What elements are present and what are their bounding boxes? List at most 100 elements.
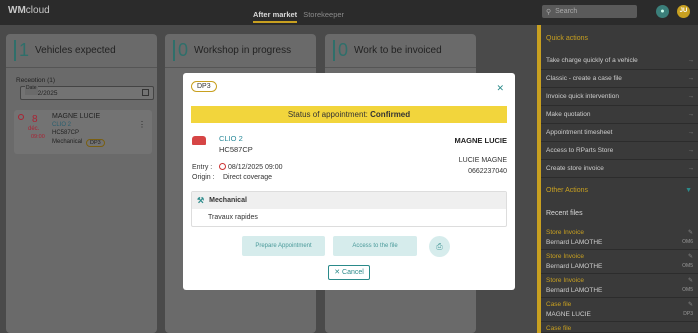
app-logo[interactable]: WMcloud xyxy=(8,5,50,16)
main-nav: After market Storekeeper xyxy=(253,10,344,23)
recent-file-item[interactable]: Case file ✎ MAGNE LUCIE DP3 xyxy=(541,298,698,322)
arrow-icon: → xyxy=(687,111,695,118)
edit-icon: ✎ xyxy=(687,278,693,284)
column-title: Workshop in progress xyxy=(194,45,292,56)
search-input[interactable]: ⚲ Search xyxy=(542,5,637,18)
vehicle-name[interactable]: CLIO 2 xyxy=(219,134,243,143)
column-header: 0 Work to be invoiced xyxy=(325,34,476,68)
action-label: Access to RParts Store xyxy=(546,147,614,154)
status-value: Confirmed xyxy=(370,110,411,119)
cancel-button[interactable]: ✕ Cancel xyxy=(328,265,370,280)
file-type: Store Invoice xyxy=(546,253,584,260)
action-take-charge[interactable]: Take charge quickly of a vehicle → xyxy=(541,52,698,70)
action-appointment-timesheet[interactable]: Appointment timesheet → xyxy=(541,124,698,142)
file-name: Bernard LAMOTHE xyxy=(546,287,603,294)
column-header: 0 Workshop in progress xyxy=(165,34,316,68)
search-placeholder: Search xyxy=(555,8,578,15)
column-vehicles-expected: 1 Vehicles expected Reception (1) Date 0… xyxy=(6,34,157,333)
action-label: Create store invoice xyxy=(546,165,604,172)
action-rparts-store[interactable]: Access to RParts Store → xyxy=(541,142,698,160)
column-title: Vehicles expected xyxy=(35,45,116,56)
mechanical-header: ⚒ Mechanical xyxy=(192,192,506,209)
other-actions-label: Other Actions xyxy=(546,186,589,194)
column-header: 1 Vehicles expected xyxy=(6,34,157,68)
date-field-label: Date xyxy=(25,82,38,95)
file-code: DP3 xyxy=(683,311,693,317)
vehicle-plate: HC587CP xyxy=(219,145,253,154)
avatar[interactable]: JU xyxy=(677,5,690,18)
file-name: Bernard LAMOTHE xyxy=(546,263,603,270)
cancel-x-icon: ✕ xyxy=(334,269,341,276)
card-tag: DP3 xyxy=(86,139,105,147)
mechanical-section: ⚒ Mechanical Travaux rapides xyxy=(191,191,507,227)
file-type: Store Invoice xyxy=(546,229,584,236)
right-sidebar: Quick actions Take charge quickly of a v… xyxy=(537,25,698,333)
action-invoice-quick[interactable]: Invoice quick intervention → xyxy=(541,88,698,106)
logo-wm: WM xyxy=(8,5,26,16)
contact-phone: 0662237040 xyxy=(468,168,507,175)
other-actions-title[interactable]: Other Actions ▼ xyxy=(541,181,698,199)
card-work-type: Mechanical xyxy=(52,139,83,145)
file-type: Store Invoice xyxy=(546,277,584,284)
close-icon[interactable]: ✕ xyxy=(496,83,504,94)
arrow-icon: → xyxy=(687,147,695,154)
status-label: Status of appointment: xyxy=(287,110,368,119)
action-label: Make quotation xyxy=(546,111,591,118)
file-code: OM5 xyxy=(682,287,693,293)
action-create-case-file[interactable]: Classic - create a case file → xyxy=(541,70,698,88)
card-time: 09:00 xyxy=(31,134,45,140)
arrow-icon: → xyxy=(687,75,695,82)
recent-file-item[interactable]: Case file xyxy=(541,322,698,333)
entry-label: Entry : xyxy=(192,164,213,171)
column-count: 1 xyxy=(14,40,29,61)
search-icon: ⚲ xyxy=(546,8,552,16)
column-title: Work to be invoiced xyxy=(354,45,442,56)
card-vehicle[interactable]: CLIO 2 xyxy=(52,122,71,128)
car-icon xyxy=(192,136,206,145)
arrow-icon: → xyxy=(687,165,695,172)
card-month: déc. xyxy=(28,126,40,132)
arrow-icon: → xyxy=(687,93,695,100)
top-bar: WMcloud After market Storekeeper ⚲ Searc… xyxy=(0,0,698,25)
date-field[interactable]: Date 08/12/2025 xyxy=(20,82,154,100)
recent-files-title: Recent files xyxy=(546,209,583,217)
file-type: Case file xyxy=(546,301,572,308)
prepare-appointment-button[interactable]: Prepare Appointment xyxy=(242,236,325,256)
chevron-down-icon: ▼ xyxy=(685,186,692,194)
tab-after-market[interactable]: After market xyxy=(253,10,298,23)
mechanical-title: Mechanical xyxy=(209,197,247,204)
action-label: Classic - create a case file xyxy=(546,75,622,82)
file-badge: DP3 xyxy=(191,81,217,92)
file-type: Case file xyxy=(546,325,572,332)
column-count: 0 xyxy=(173,40,188,61)
clock-icon xyxy=(219,163,226,170)
file-name: MAGNE LUCIE xyxy=(546,311,591,318)
edit-icon: ✎ xyxy=(687,254,693,260)
access-file-button[interactable]: Access to the file xyxy=(333,236,417,256)
appointment-card[interactable]: 8 déc. 09:00 MAGNE LUCIE CLIO 2 HC587CP … xyxy=(14,110,152,154)
file-name: Bernard LAMOTHE xyxy=(546,239,603,246)
recent-file-item[interactable]: Store Invoice ✎ Bernard LAMOTHE OM5 xyxy=(541,250,698,274)
contact-name: LUCIE MAGNE xyxy=(458,157,507,164)
action-make-quotation[interactable]: Make quotation → xyxy=(541,106,698,124)
file-code: OM5 xyxy=(682,263,693,269)
quick-actions-title: Quick actions xyxy=(546,34,589,42)
edit-icon: ✎ xyxy=(687,302,693,308)
appointment-modal: DP3 ✕ Status of appointment: Confirmed C… xyxy=(183,73,515,290)
more-options-icon[interactable]: ⋮ xyxy=(138,120,146,129)
bell-icon[interactable]: ● xyxy=(656,5,669,18)
tab-storekeeper[interactable]: Storekeeper xyxy=(303,10,344,23)
logo-cloud: cloud xyxy=(25,5,50,16)
recent-file-item[interactable]: Store Invoice ✎ Bernard LAMOTHE OM5 xyxy=(541,274,698,298)
print-icon[interactable]: ⎙ xyxy=(429,236,450,257)
card-plate: HC587CP xyxy=(52,130,80,136)
status-banner: Status of appointment: Confirmed xyxy=(191,106,507,123)
action-label: Invoice quick intervention xyxy=(546,93,619,100)
cancel-label: Cancel xyxy=(342,269,364,276)
calendar-icon[interactable] xyxy=(142,89,149,96)
column-count: 0 xyxy=(333,40,348,61)
file-code: OM6 xyxy=(682,239,693,245)
card-customer: MAGNE LUCIE xyxy=(52,113,101,120)
action-create-store-invoice[interactable]: Create store invoice → xyxy=(541,160,698,178)
recent-file-item[interactable]: Store Invoice ✎ Bernard LAMOTHE OM6 xyxy=(541,226,698,250)
